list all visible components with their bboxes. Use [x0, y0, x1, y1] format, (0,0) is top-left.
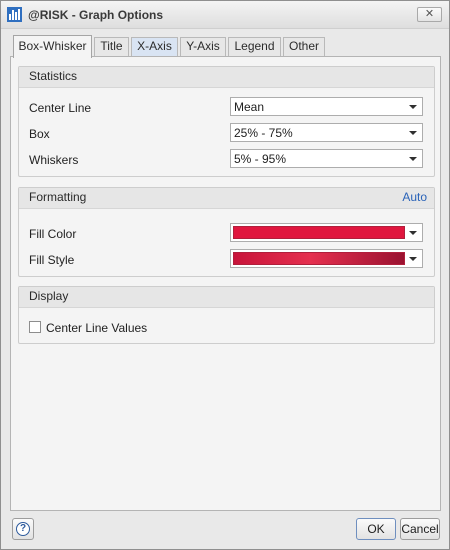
chevron-down-icon [409, 131, 417, 135]
window-title: @RISK - Graph Options [28, 8, 164, 22]
tab-page-box-whisker: Statistics Center Line Mean Box 25% - 75… [10, 56, 441, 511]
tab-y-axis[interactable]: Y-Axis [180, 37, 226, 56]
help-button[interactable]: ? [12, 518, 34, 540]
tab-other[interactable]: Other [283, 37, 325, 56]
box-select[interactable]: 25% - 75% [230, 123, 423, 142]
statistics-title: Statistics [29, 69, 78, 83]
formatting-header: Formatting Auto [19, 188, 434, 209]
auto-link[interactable]: Auto [402, 188, 427, 207]
close-icon: ✕ [424, 8, 435, 20]
help-icon: ? [16, 522, 30, 536]
chevron-down-icon [409, 157, 417, 161]
tab-legend[interactable]: Legend [228, 37, 281, 56]
display-header: Display [19, 287, 434, 308]
chevron-down-icon [409, 257, 417, 261]
chart-app-icon [7, 7, 22, 22]
graph-options-dialog: @RISK - Graph Options ✕ Box-Whisker Titl… [0, 0, 450, 550]
cancel-button[interactable]: Cancel [400, 518, 440, 540]
display-title: Display [29, 289, 69, 303]
fill-color-swatch [233, 226, 405, 239]
title-bar[interactable]: @RISK - Graph Options ✕ [1, 1, 449, 29]
close-button[interactable]: ✕ [417, 7, 442, 22]
statistics-header: Statistics [19, 67, 434, 88]
center-line-values-checkbox[interactable] [29, 321, 41, 333]
tab-box-whisker[interactable]: Box-Whisker [13, 35, 92, 58]
display-group: Display Center Line Values [18, 286, 435, 344]
ok-button[interactable]: OK [356, 518, 396, 540]
center-line-values-label[interactable]: Center Line Values [46, 321, 147, 335]
chevron-down-icon [409, 105, 417, 109]
formatting-group: Formatting Auto Fill Color Fill Style [18, 187, 435, 277]
chevron-down-icon [409, 231, 417, 235]
box-value: 25% - 75% [234, 126, 293, 140]
center-line-label: Center Line [29, 101, 92, 115]
fill-style-swatch [233, 252, 405, 265]
center-line-select[interactable]: Mean [230, 97, 423, 116]
statistics-group: Statistics Center Line Mean Box 25% - 75… [18, 66, 435, 177]
box-label: Box [29, 127, 50, 141]
tab-x-axis[interactable]: X-Axis [131, 37, 178, 56]
whiskers-select[interactable]: 5% - 95% [230, 149, 423, 168]
fill-color-label: Fill Color [29, 227, 77, 241]
whiskers-label: Whiskers [29, 153, 79, 167]
center-line-value: Mean [234, 100, 265, 114]
formatting-title: Formatting [29, 190, 87, 204]
fill-color-picker[interactable] [230, 223, 423, 242]
fill-style-label: Fill Style [29, 253, 75, 267]
tab-title[interactable]: Title [94, 37, 129, 56]
fill-style-picker[interactable] [230, 249, 423, 268]
whiskers-value: 5% - 95% [234, 152, 287, 166]
